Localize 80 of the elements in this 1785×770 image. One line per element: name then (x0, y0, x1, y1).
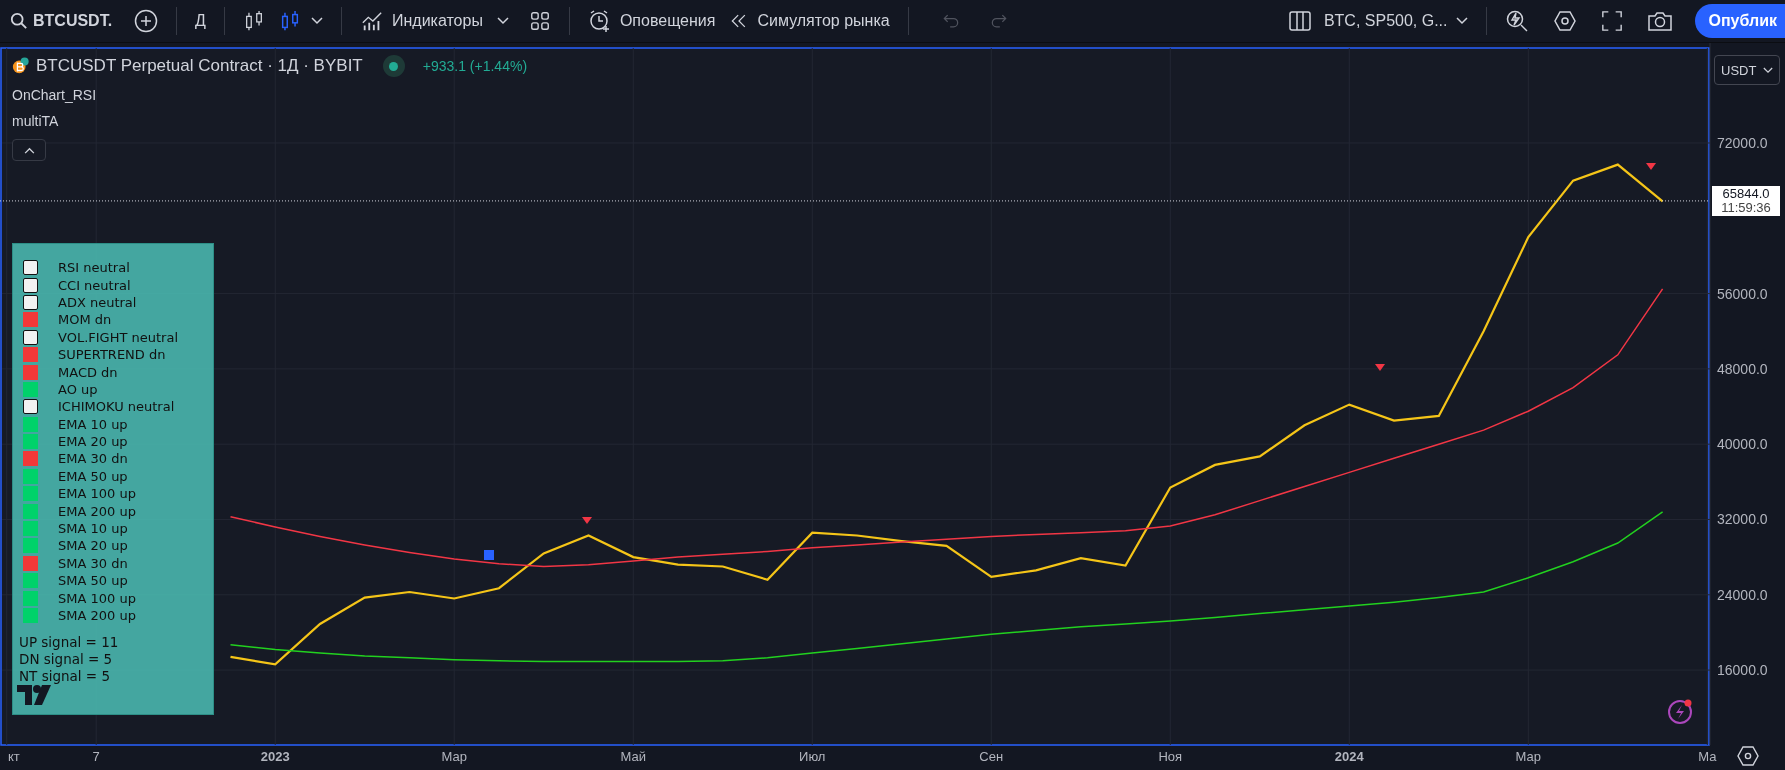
sell-marker-icon (1646, 163, 1656, 170)
time-axis-label: Июл (799, 749, 826, 764)
watchlist-button[interactable]: BTC, SP500, G... (1323, 12, 1448, 30)
signal-label: EMA 100 up (58, 486, 136, 502)
signal-label: SMA 20 up (58, 538, 128, 554)
bar-countdown: 11:59:36 (1721, 200, 1771, 215)
time-axis-label: кт (8, 749, 20, 764)
signal-label: EMA 30 dn (58, 451, 128, 467)
signal-label: MACD dn (58, 364, 118, 380)
alarm-clock-icon (587, 9, 612, 33)
price-axis-label: 24000.0 (1717, 586, 1768, 603)
price-axis-label: 72000.0 (1717, 134, 1768, 151)
chart-title: BTCUSDT Perpetual Contract · 1Д · BYBIT (36, 56, 363, 76)
signal-label: SMA 200 up (58, 608, 136, 623)
signal-marker-icon (484, 550, 494, 560)
price-axis-label: 16000.0 (1717, 662, 1768, 679)
last-price: 65844.0 (1722, 186, 1770, 201)
signal-label: ICHIMOKU neutral (58, 399, 175, 415)
indicator-name[interactable]: OnChart_RSI (12, 87, 97, 103)
signal-label: EMA 20 up (58, 434, 128, 450)
signal-label: MOM dn (58, 312, 112, 328)
price-axis-label: 56000.0 (1717, 285, 1768, 302)
alerts-button[interactable]: Оповещения (587, 9, 716, 33)
price-change: +933.1 (+1.44%) (422, 58, 528, 74)
camera-icon[interactable] (1646, 9, 1673, 33)
signal-count: NT signal = 5 (19, 668, 112, 686)
time-axis-label: Сен (979, 749, 1004, 764)
caret-icon[interactable] (1455, 17, 1468, 25)
signal-label: CCI neutral (58, 277, 131, 293)
time-axis-label: Мар (441, 749, 467, 764)
caret-icon[interactable] (496, 17, 509, 25)
add-symbol-icon[interactable] (134, 9, 159, 33)
indicator-name[interactable]: multiTA (12, 113, 59, 129)
price-axis-label: 32000.0 (1717, 511, 1768, 528)
layout-icon[interactable] (1287, 9, 1312, 33)
publish-button[interactable]: Опублик (1694, 4, 1785, 38)
templates-icon[interactable] (528, 10, 551, 32)
lightning-search-icon[interactable] (1504, 9, 1529, 33)
price-axis-label: 40000.0 (1717, 436, 1768, 453)
signal-label: SMA 30 dn (58, 555, 128, 571)
signal-count: DN signal = 5 (19, 651, 114, 669)
signal-label: EMA 200 up (58, 503, 136, 519)
fullscreen-icon[interactable] (1600, 10, 1623, 32)
currency-dropdown[interactable]: USDT (1714, 55, 1780, 85)
signal-count: UP signal = 11 (19, 634, 120, 652)
chevron-up-icon (23, 146, 35, 154)
indicators-button[interactable]: Индикаторы (359, 10, 483, 32)
signal-label: AO up (58, 381, 98, 397)
symbol-text: BTCUSDT. (33, 12, 113, 30)
bitcoin-icon (12, 57, 30, 75)
search-icon (10, 12, 28, 30)
time-axis-label: 2024 (1334, 749, 1364, 764)
lightning-icon[interactable] (1668, 699, 1692, 724)
signal-label: RSI neutral (58, 260, 130, 276)
interval-button[interactable]: Д (195, 12, 206, 30)
time-axis-label: Ноя (1158, 749, 1183, 764)
signal-label: EMA 10 up (58, 416, 128, 432)
time-axis-label: Май (620, 749, 646, 764)
caret-icon (1763, 66, 1773, 74)
signal-label: VOL.FIGHT neutral (58, 329, 178, 345)
signal-label: SUPERTREND dn (58, 347, 166, 363)
time-axis-label: Мар (1515, 749, 1541, 764)
sell-marker-icon (582, 517, 592, 524)
signal-label: SMA 10 up (58, 521, 128, 537)
signal-label: SMA 100 up (58, 590, 136, 606)
signal-label: ADX neutral (58, 294, 137, 310)
settings-icon[interactable] (1737, 746, 1759, 766)
caret-icon[interactable] (310, 17, 323, 25)
time-axis-label: 7 (92, 749, 100, 764)
sell-marker-icon (1375, 364, 1385, 371)
signal-label: SMA 50 up (58, 573, 128, 589)
replay-button[interactable]: Симулятор рынка (729, 11, 890, 31)
collapse-button[interactable] (12, 139, 46, 161)
symbol-search[interactable]: BTCUSDT. (10, 12, 113, 30)
time-axis-label: Ма (1698, 749, 1717, 764)
price-axis-label: 48000.0 (1717, 360, 1768, 377)
logo-icon (16, 684, 52, 706)
signal-label: EMA 50 up (58, 468, 128, 484)
time-axis-label: 2023 (260, 749, 290, 764)
settings-icon[interactable] (1552, 9, 1577, 33)
